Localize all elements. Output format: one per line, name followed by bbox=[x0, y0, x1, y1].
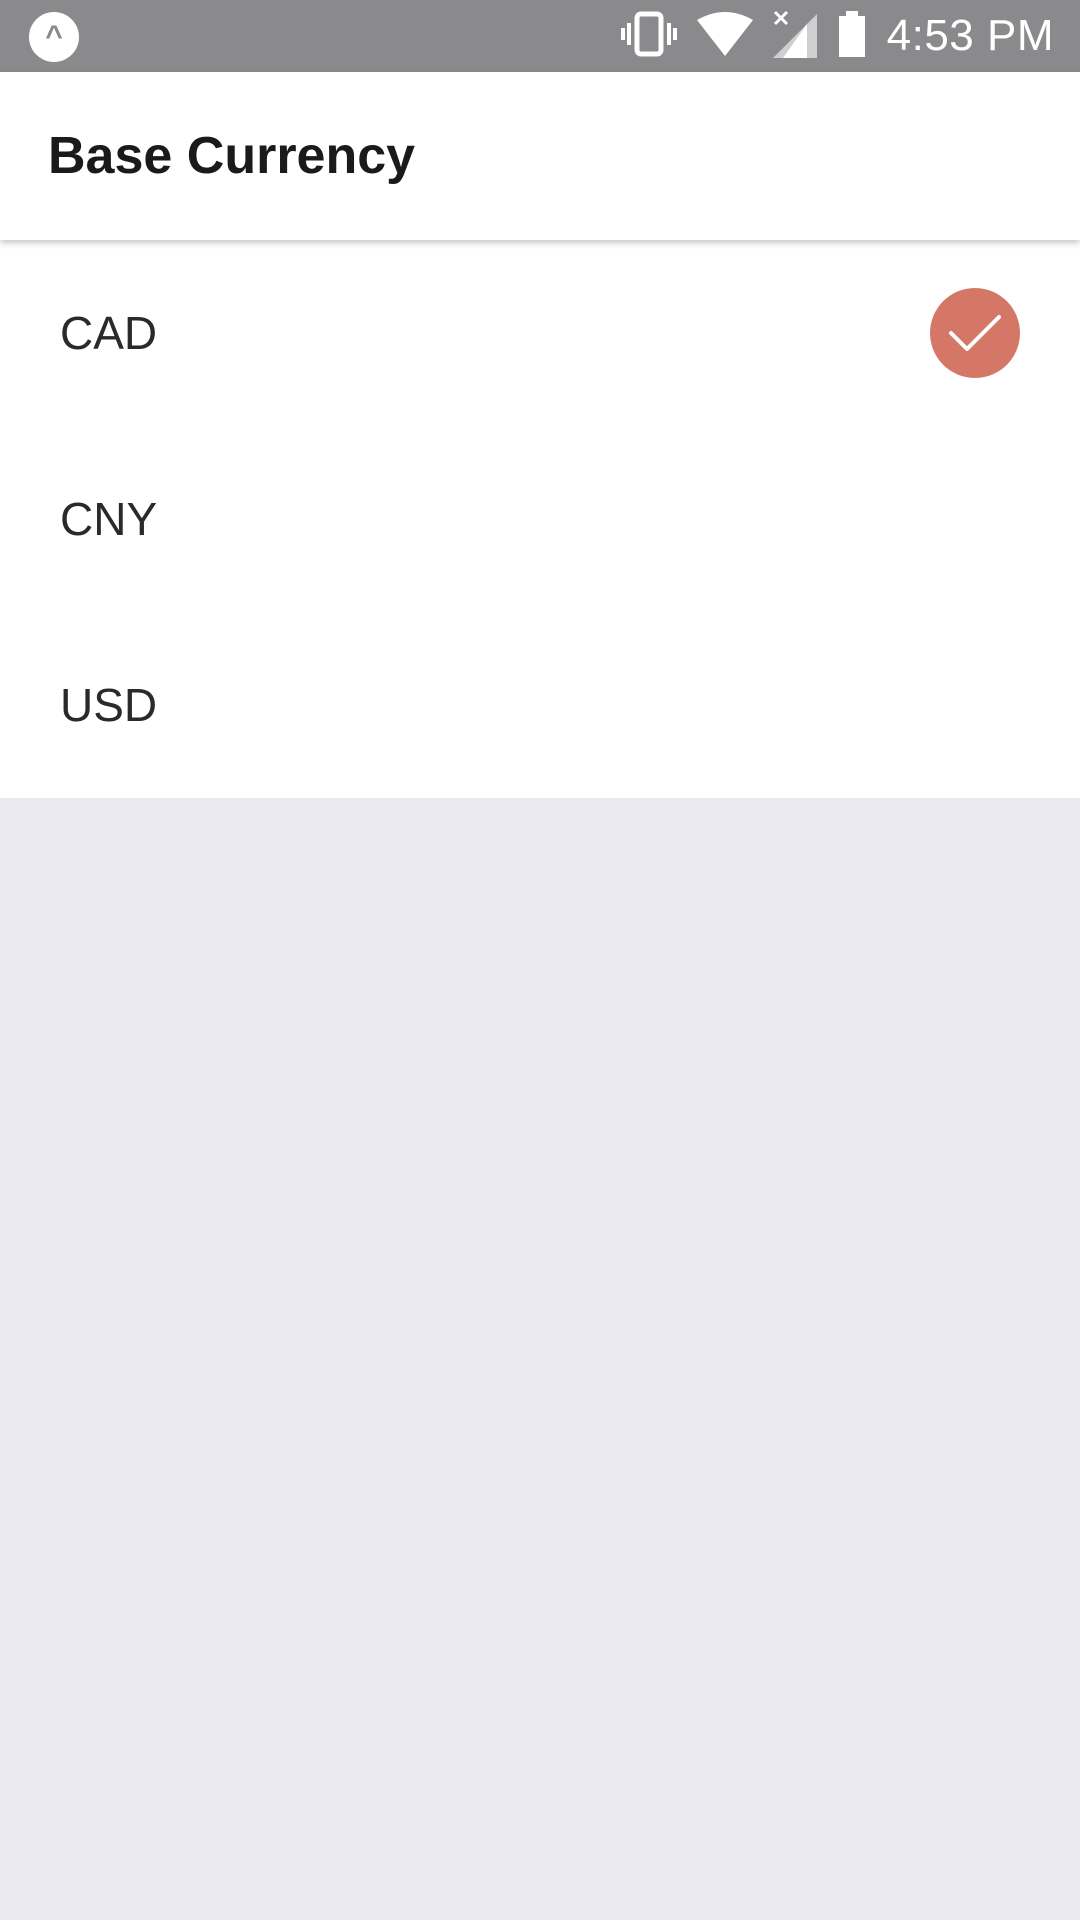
battery-icon bbox=[837, 10, 867, 62]
app-bar: Base Currency bbox=[0, 72, 1080, 240]
currency-option-cny[interactable]: CNY bbox=[0, 426, 1080, 612]
currency-label: USD bbox=[60, 679, 158, 731]
currency-option-cad[interactable]: CAD bbox=[0, 240, 1080, 426]
currency-label: CNY bbox=[60, 493, 158, 545]
currency-label: CAD bbox=[60, 307, 158, 359]
wifi-icon bbox=[696, 11, 753, 61]
currency-list: CAD CNY USD bbox=[0, 240, 1080, 798]
status-time: 4:53 PM bbox=[886, 11, 1054, 60]
signal-no-service-icon bbox=[772, 10, 817, 63]
vibrate-icon bbox=[620, 11, 677, 62]
expo-icon: ^ bbox=[29, 12, 79, 62]
status-icons: 4:53 PM bbox=[620, 0, 1054, 72]
status-bar: ^ 4:53 PM bbox=[0, 0, 1080, 72]
currency-option-usd[interactable]: USD bbox=[0, 612, 1080, 798]
page-title: Base Currency bbox=[48, 127, 416, 185]
checkmark-icon bbox=[930, 288, 1020, 378]
